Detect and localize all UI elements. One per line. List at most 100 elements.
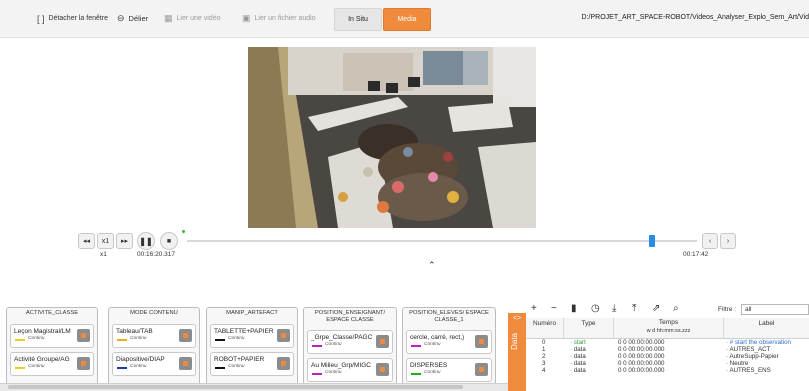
table-row[interactable]: 4 · data 0 0 00:00:00.000 · AUTRES_ENS xyxy=(526,367,809,374)
clock-icon[interactable]: ◷ xyxy=(591,303,600,314)
color-line xyxy=(215,339,225,341)
record-icon xyxy=(179,329,192,342)
record-icon xyxy=(277,357,290,370)
link-video-button[interactable]: ▦ Lier une vidéo xyxy=(164,12,221,25)
file-path: D:/PROJET_ART_SPACE-ROBOT/Videos_Analyse… xyxy=(581,14,809,21)
fast-forward-button[interactable]: ▸▸ xyxy=(116,233,133,249)
category-mode: Continu xyxy=(228,336,245,341)
category-button[interactable]: Tableau/TAB Continu xyxy=(112,324,196,348)
classroom-video-image xyxy=(248,47,536,228)
category-button[interactable]: TABLETTE+PAPIER Continu xyxy=(210,324,294,348)
speed-button[interactable]: x1 xyxy=(97,233,114,249)
share-icon[interactable]: ⇗ xyxy=(652,303,660,314)
panel-position-eleves: POSITION_ELEVES/ ESPACE CLASSE_1 cercle,… xyxy=(402,307,496,387)
cell-time: 0 0 00:00:00.000 xyxy=(618,339,665,346)
chevron-left-icon: ‹ xyxy=(708,237,712,245)
add-icon[interactable]: + xyxy=(531,303,537,314)
record-icon xyxy=(376,363,389,376)
category-label: DISPERSES xyxy=(410,362,448,369)
data-side-tab[interactable]: <> Data xyxy=(508,313,526,391)
col-label[interactable]: Label xyxy=(724,318,809,338)
unlink-button[interactable]: ⊖ Délier xyxy=(117,12,148,25)
category-button[interactable]: Diapositive/DIAP Continu xyxy=(112,352,196,376)
record-icon xyxy=(77,329,90,342)
pause-button[interactable]: ❚❚ xyxy=(137,232,155,250)
video-frame[interactable] xyxy=(248,47,536,228)
category-mode: Continu xyxy=(130,364,147,369)
color-line xyxy=(15,367,25,369)
cell-type: · start xyxy=(570,339,586,346)
timeline-slider[interactable] xyxy=(187,240,697,242)
cell-label-value: AutreSupp-Papier xyxy=(729,353,779,360)
cell-label: · Neutre xyxy=(726,360,749,367)
step-forward-button[interactable]: › xyxy=(720,233,736,249)
record-icon xyxy=(376,335,389,348)
category-mode: Continu xyxy=(28,336,45,341)
download-icon[interactable]: ⤓ xyxy=(612,303,616,314)
category-label: Leçon Magistral/LM xyxy=(14,328,71,335)
col-temps-label: Temps xyxy=(658,319,679,326)
step-back-button[interactable]: ‹ xyxy=(702,233,718,249)
cell-label-value: Neutre xyxy=(729,360,749,367)
category-mode: Continu xyxy=(424,342,441,347)
end-time: 00:17:42 xyxy=(683,251,709,258)
category-mode: Continu xyxy=(130,336,147,341)
color-line xyxy=(117,339,127,341)
category-button[interactable]: ROBOT+PAPIER Continu xyxy=(210,352,294,376)
chevron-right-icon: › xyxy=(726,237,730,245)
panels-horizontal-scrollbar[interactable] xyxy=(0,383,508,391)
expand-collapse-icon[interactable]: ⌃ xyxy=(428,260,436,271)
category-button[interactable]: DISPERSES Continu xyxy=(406,358,492,382)
detach-window-button[interactable]: [ ] Détacher la fenêtre xyxy=(37,12,108,25)
timeline-thumb[interactable] xyxy=(649,235,656,247)
remove-icon[interactable]: − xyxy=(551,303,557,314)
table-row[interactable]: 3 · data 0 0 00:00:00.000 · Neutre xyxy=(526,360,809,367)
cell-num: 4 xyxy=(542,367,546,374)
cell-num: 1 xyxy=(542,346,546,353)
current-time: 00:16:20.317 xyxy=(137,251,175,258)
category-mode: Continu xyxy=(28,364,45,369)
cell-time: 0 0 00:00:00.000 xyxy=(618,367,665,374)
cell-type-value: data xyxy=(573,360,586,367)
category-button[interactable]: _Grpe_Classe/PAGC Continu xyxy=(307,330,393,354)
category-button[interactable]: cercle, carré, rect,) Continu xyxy=(406,330,492,354)
category-mode: Continu xyxy=(424,370,441,375)
cell-time: 0 0 00:00:00.000 xyxy=(618,360,665,367)
table-row[interactable]: 2 · data 0 0 00:00:00.000 · AutreSupp-Pa… xyxy=(526,353,809,360)
cell-type: · data xyxy=(570,367,586,374)
trash-icon[interactable]: ▮ xyxy=(571,303,577,314)
expand-arrows-icon[interactable]: <> xyxy=(508,315,526,322)
cell-time: 0 0 00:00:00.000 xyxy=(618,346,665,353)
rewind-button[interactable]: ◂◂ xyxy=(78,233,95,249)
stop-icon: ■ xyxy=(166,237,172,245)
film-icon: ▦ xyxy=(164,13,173,23)
col-temps[interactable]: Temps w d hh:mm:ss.zzz xyxy=(614,318,724,338)
panel-title: ACTIVITE_CLASSE xyxy=(25,310,79,316)
panel-manip-artefact: MANIP_ARTEFACT TABLETTE+PAPIER Continu R… xyxy=(206,307,298,387)
col-numero[interactable]: Numéro xyxy=(526,318,564,338)
color-line xyxy=(15,339,25,341)
cell-num: 0 xyxy=(542,339,546,346)
panel-mode-contenu: MODE CONTENU Tableau/TAB Continu Diaposi… xyxy=(108,307,200,387)
col-type[interactable]: Type xyxy=(564,318,614,338)
panel-title: POSITION_ENSEIGNANT/ ESPACE CLASSE xyxy=(314,310,386,323)
category-button[interactable]: Au Milieu_Grp/MIGC Continu xyxy=(307,358,393,382)
cell-type: · data xyxy=(570,353,586,360)
link-audio-button[interactable]: ▣ Lier un fichier audio xyxy=(242,12,316,25)
table-row[interactable]: 1 · data 0 0 00:00:00.000 · AUTRES_ACT xyxy=(526,346,809,353)
filter-select[interactable]: all xyxy=(741,304,809,315)
category-mode: Continu xyxy=(228,364,245,369)
scrollbar-thumb[interactable] xyxy=(8,385,463,389)
record-icon xyxy=(77,357,90,370)
col-temps-format: w d hh:mm:ss.zzz xyxy=(646,328,691,334)
upload-icon[interactable]: ⤒ xyxy=(632,303,636,314)
search-icon[interactable]: ⌕ xyxy=(673,303,679,314)
mode-insitu-button[interactable]: In Situ xyxy=(334,8,382,31)
stop-button[interactable]: ■ xyxy=(160,232,178,250)
mode-media-button[interactable]: Media xyxy=(383,8,431,31)
table-row[interactable]: 0 · start 0 0 00:00:00.000 · # start the… xyxy=(526,339,809,346)
rewind-icon: ◂◂ xyxy=(82,238,91,245)
category-button[interactable]: Activité Groupe/AG Continu xyxy=(10,352,94,376)
link-icon: ⊖ xyxy=(117,13,125,23)
category-button[interactable]: Leçon Magistral/LM Continu xyxy=(10,324,94,348)
